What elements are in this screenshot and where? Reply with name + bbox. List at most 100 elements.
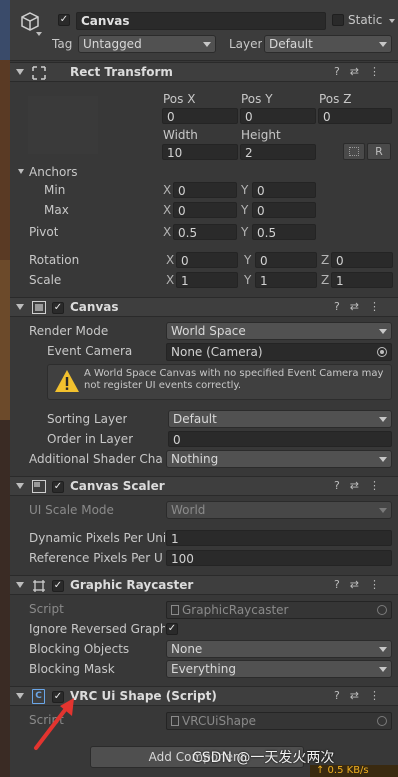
help-icon[interactable]: ? [334, 689, 350, 702]
gameobject-icon-caret[interactable] [36, 32, 42, 36]
presets-icon[interactable]: ⇄ [350, 65, 369, 78]
warning-box: A World Space Canvas with no specified E… [47, 364, 392, 400]
canvas-enabled-checkbox[interactable]: ✓ [52, 302, 64, 314]
object-picker-icon [377, 605, 387, 615]
presets-icon[interactable]: ⇄ [350, 300, 369, 313]
presets-icon[interactable]: ⇄ [350, 578, 369, 591]
rot-z-field[interactable]: 0 [331, 252, 393, 268]
rotation-label: Rotation [29, 253, 80, 267]
chevron-down-icon [379, 667, 387, 672]
max-y-field[interactable]: 0 [252, 202, 316, 218]
pivot-x-field[interactable]: 0.5 [173, 224, 237, 240]
object-picker-icon[interactable] [377, 347, 387, 357]
rect-transform-header[interactable]: Rect Transform ?⇄⋮ [10, 62, 398, 82]
reference-ppu-field[interactable]: 100 [166, 550, 392, 566]
sorting-layer-dropdown[interactable]: Default [168, 410, 392, 428]
rot-x-field[interactable]: 0 [176, 252, 238, 268]
order-in-layer-field[interactable]: 0 [168, 431, 392, 447]
graphic-raycaster-icon [32, 579, 46, 593]
blocking-objects-dropdown[interactable]: None [166, 640, 392, 658]
help-icon[interactable]: ? [334, 65, 350, 78]
warning-text: A World Space Canvas with no specified E… [84, 368, 384, 391]
object-picker-icon [377, 716, 387, 726]
layer-dropdown[interactable]: Default [264, 35, 392, 53]
blocking-mask-value: Everything [171, 662, 236, 676]
additional-shader-value: Nothing [171, 452, 219, 466]
gameobject-header: ✓ Canvas Static Tag Untagged Layer Defau… [10, 0, 398, 61]
pos-z-field[interactable]: 0 [318, 108, 392, 124]
scale-x-field[interactable]: 1 [176, 272, 238, 288]
static-checkbox[interactable] [332, 14, 344, 26]
scene-sky [0, 0, 10, 60]
max-y-axis: Y [241, 203, 249, 217]
warning-icon [55, 370, 79, 392]
canvas-scaler-enabled-checkbox[interactable]: ✓ [52, 481, 64, 493]
script-file-icon [171, 716, 179, 726]
chevron-down-icon [379, 508, 387, 513]
scene-wall [0, 60, 10, 260]
help-icon[interactable]: ? [334, 300, 350, 313]
gameobject-active-checkbox[interactable]: ✓ [58, 14, 70, 26]
min-x-axis: X [163, 183, 172, 197]
raycaster-script-label: Script [29, 602, 64, 616]
scale-label: Scale [29, 273, 62, 287]
max-x-field[interactable]: 0 [173, 202, 237, 218]
fold-arrow-icon[interactable] [16, 69, 24, 75]
presets-icon[interactable]: ⇄ [350, 689, 369, 702]
help-icon[interactable]: ? [334, 479, 350, 492]
tag-label: Tag [52, 37, 73, 51]
presets-icon[interactable]: ⇄ [350, 479, 369, 492]
scale-z-field[interactable]: 1 [331, 272, 393, 288]
gameobject-icon [18, 10, 42, 34]
more-icon[interactable]: ⋮ [369, 689, 390, 702]
pivot-y-field[interactable]: 0.5 [252, 224, 316, 240]
raycaster-script-value: GraphicRaycaster [182, 603, 289, 617]
fold-arrow-icon[interactable] [16, 693, 24, 699]
pivot-y-axis: Y [241, 225, 249, 239]
blueprint-mode-button[interactable] [343, 143, 365, 160]
width-label: Width [163, 128, 198, 142]
scale-x-axis: X [166, 273, 175, 287]
rot-y-field[interactable]: 0 [255, 252, 317, 268]
scale-y-field[interactable]: 1 [255, 272, 317, 288]
more-icon[interactable]: ⋮ [369, 479, 390, 492]
render-mode-value: World Space [171, 324, 246, 338]
graphic-raycaster-header[interactable]: ✓ Graphic Raycaster ?⇄⋮ [10, 575, 398, 595]
height-field[interactable]: 2 [240, 144, 316, 160]
pos-y-field[interactable]: 0 [240, 108, 316, 124]
canvas-scaler-header[interactable]: ✓ Canvas Scaler ?⇄⋮ [10, 476, 398, 496]
fold-arrow-icon[interactable] [16, 582, 24, 588]
tag-dropdown[interactable]: Untagged [78, 35, 216, 53]
pos-x-field[interactable]: 0 [162, 108, 238, 124]
static-caret[interactable] [389, 19, 395, 23]
blocking-mask-dropdown[interactable]: Everything [166, 660, 392, 678]
script-file-icon [171, 605, 179, 615]
vrc-script-field: VRCUiShape [166, 712, 392, 730]
min-x-field[interactable]: 0 [173, 182, 237, 198]
header-actions: ?⇄⋮ [334, 300, 390, 313]
event-camera-field[interactable]: None (Camera) [166, 343, 392, 361]
blocking-objects-label: Blocking Objects [29, 642, 130, 656]
additional-shader-dropdown[interactable]: Nothing [166, 450, 392, 468]
event-camera-label: Event Camera [47, 344, 133, 358]
anchor-preset-box[interactable] [28, 96, 98, 154]
gameobject-name-field[interactable]: Canvas [76, 12, 326, 30]
raw-edit-button[interactable]: R [367, 143, 391, 160]
min-y-field[interactable]: 0 [252, 182, 316, 198]
more-icon[interactable]: ⋮ [369, 65, 390, 78]
dynamic-ppu-field[interactable]: 1 [166, 530, 392, 546]
ignore-reversed-checkbox[interactable]: ✓ [166, 623, 178, 635]
canvas-header[interactable]: ✓ Canvas ?⇄⋮ [10, 297, 398, 317]
anchors-fold-icon[interactable] [18, 169, 24, 174]
fold-arrow-icon[interactable] [16, 304, 24, 310]
graphic-raycaster-enabled-checkbox[interactable]: ✓ [52, 580, 64, 592]
more-icon[interactable]: ⋮ [369, 300, 390, 313]
help-icon[interactable]: ? [334, 578, 350, 591]
fold-arrow-icon[interactable] [16, 483, 24, 489]
more-icon[interactable]: ⋮ [369, 578, 390, 591]
render-mode-dropdown[interactable]: World Space [166, 322, 392, 340]
width-field[interactable]: 10 [162, 144, 238, 160]
raycaster-script-field: GraphicRaycaster [166, 601, 392, 619]
chevron-down-icon [379, 647, 387, 652]
scene-floor [0, 260, 10, 420]
